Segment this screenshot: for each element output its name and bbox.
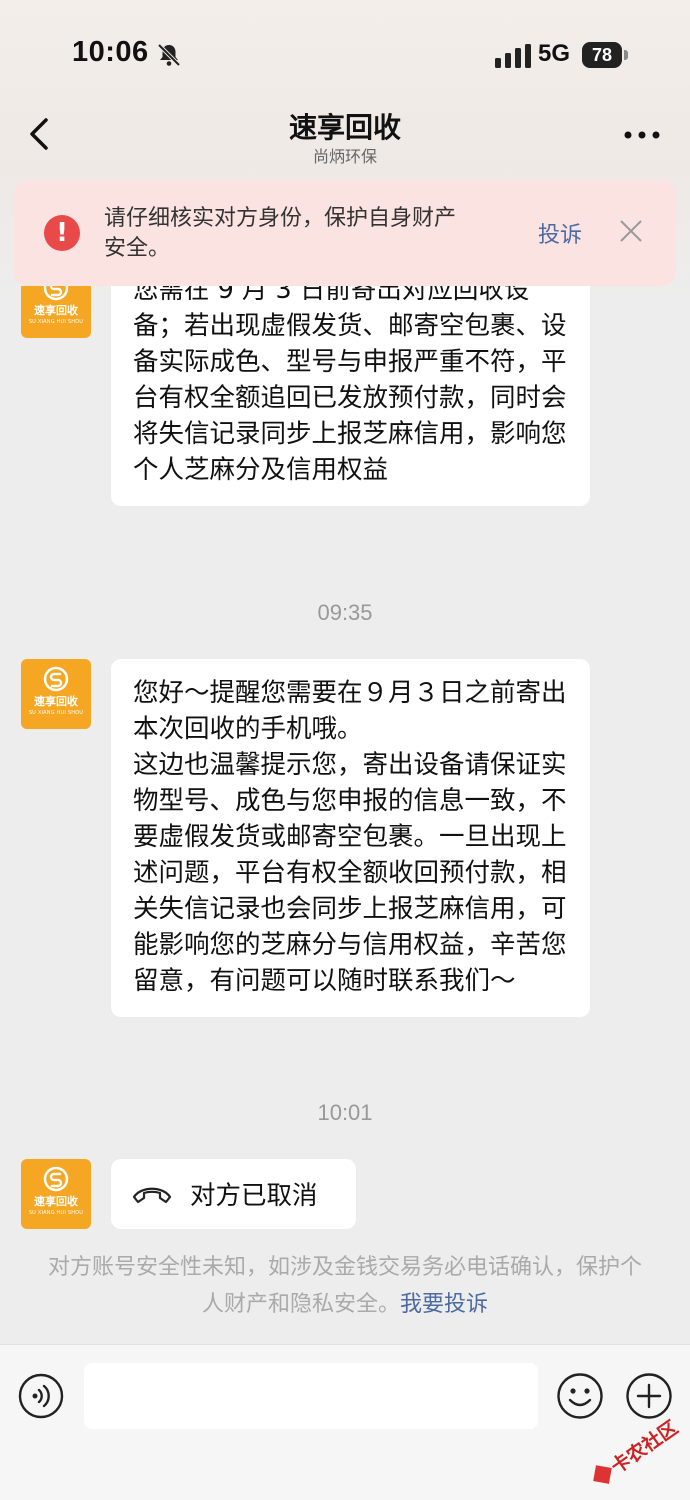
contact-avatar[interactable]: 速享回收 SU XIANG HUI SHOU (21, 286, 91, 338)
more-options-icon[interactable] (620, 120, 664, 150)
contact-avatar[interactable]: 速享回收 SU XIANG HUI SHOU (21, 1159, 91, 1229)
message-input[interactable] (84, 1363, 538, 1429)
voice-input-icon[interactable] (18, 1373, 64, 1419)
watermark-text: 卡农社区 (607, 1418, 682, 1478)
hang-up-phone-icon (132, 1187, 172, 1204)
avatar-brand-name: 速享回收 (34, 1195, 78, 1208)
call-record-bubble[interactable]: 对方已取消 (111, 1159, 356, 1229)
chat-area[interactable]: 速享回收 SU XIANG HUI SHOU 您需在 9 月 3 日前寄出对应回… (0, 286, 690, 1344)
avatar-brand-pinyin: SU XIANG HUI SHOU (28, 1210, 84, 1216)
message-timestamp: 09:35 (317, 600, 373, 625)
security-warning-banner: ! 请仔细核实对方身份，保护自身财产安全。 投诉 (14, 180, 676, 286)
plus-icon[interactable] (625, 1372, 673, 1420)
report-link[interactable]: 我要投诉 (400, 1292, 488, 1317)
battery-level: 78 (582, 42, 622, 68)
call-status-text: 对方已取消 (190, 1181, 318, 1211)
signal-icon (495, 44, 531, 68)
chat-subtitle: 尚炳环保 (312, 147, 377, 166)
network-type: 5G (538, 40, 571, 67)
battery-tip (624, 50, 628, 60)
message-bubble[interactable]: 您好～提醒您需要在９月３日之前寄出本次回收的手机哦。 这边也温馨提示您，寄出设备… (111, 659, 590, 1017)
bell-muted-icon (157, 43, 181, 67)
message-bubble[interactable]: 您需在 9 月 3 日前寄出对应回收设备；若出现虚假发货、邮寄空包裹、设备实际成… (111, 286, 590, 506)
safety-notice-text: 对方账号安全性未知，如涉及金钱交易务必电话确认，保护个人财产和隐私安全。 (47, 1255, 642, 1317)
warning-text: 请仔细核实对方身份，保护自身财产安全。 (104, 206, 457, 261)
avatar-brand-name: 速享回收 (34, 695, 78, 708)
warning-icon: ! (44, 215, 80, 251)
avatar-brand-pinyin: SU XIANG HUI SHOU (28, 319, 84, 325)
contact-avatar[interactable]: 速享回收 SU XIANG HUI SHOU (21, 659, 91, 729)
close-icon[interactable] (618, 218, 644, 244)
avatar-brand-name: 速享回收 (34, 304, 78, 317)
safety-notice: 对方账号安全性未知，如涉及金钱交易务必电话确认，保护个人财产和隐私安全。我要投诉 (40, 1249, 650, 1323)
brand-logo-icon (43, 1166, 69, 1192)
brand-logo-icon (43, 666, 69, 692)
message-timestamp: 10:01 (317, 1100, 373, 1125)
status-time: 10:06 (72, 36, 149, 68)
emoji-icon[interactable] (556, 1372, 604, 1420)
brand-logo-icon (43, 286, 69, 301)
watermark-logo: 卡农社区 (593, 1418, 682, 1484)
complain-button[interactable]: 投诉 (538, 217, 582, 249)
chat-title: 速享回收 (288, 111, 401, 144)
avatar-brand-pinyin: SU XIANG HUI SHOU (28, 710, 84, 716)
